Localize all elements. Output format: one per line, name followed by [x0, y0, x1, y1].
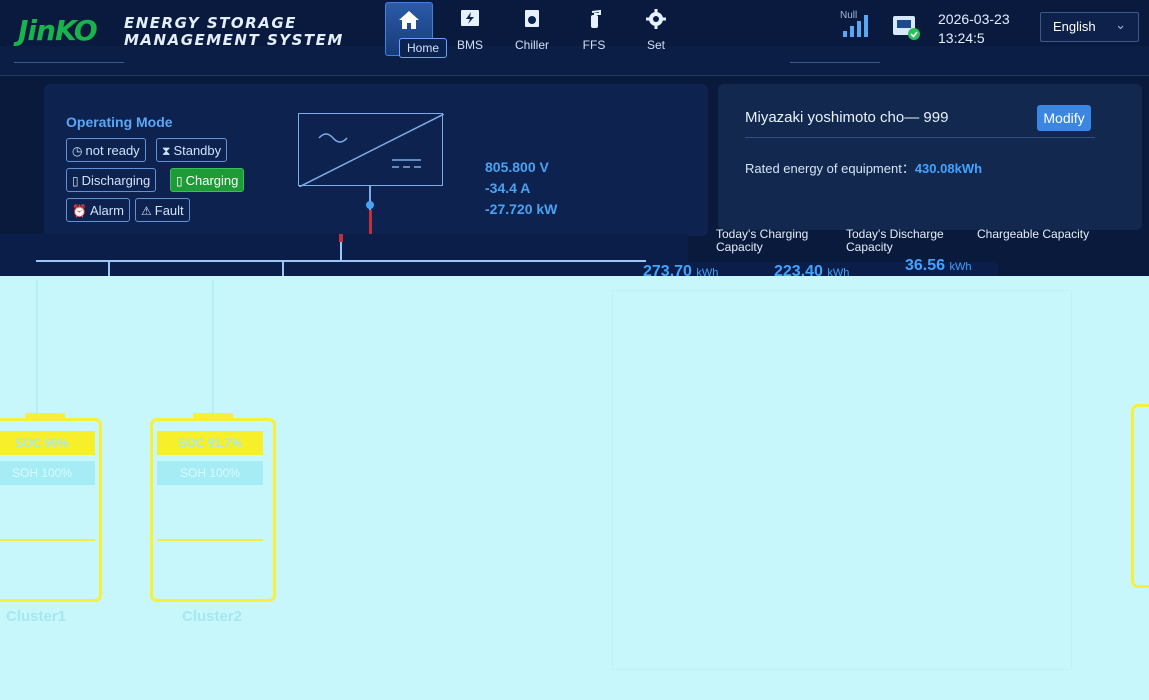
stats-panel-ghost [612, 290, 1072, 670]
app-title: ENERGY STORAGE MANAGEMENT SYSTEM [124, 15, 344, 49]
mode-alarm-label: Alarm [89, 203, 124, 218]
signal-strength-icon [843, 15, 868, 37]
cluster2-label: Cluster2 [182, 608, 243, 625]
mode-charging[interactable]: ▯ Charging [170, 168, 245, 192]
mode-not-ready-label: not ready [85, 143, 140, 158]
bms-icon [461, 10, 479, 26]
today-charge-label: Today's Charging Capacity [716, 227, 809, 254]
nav-set-label: Set [646, 38, 665, 52]
power-value: -27.720 kW [485, 201, 558, 217]
inverter-readings: 805.800 V -34.4 A -27.720 kW [485, 157, 557, 220]
battery-cap [193, 413, 233, 419]
rated-energy: Rated energy of equipment：430.08kWh [745, 158, 982, 177]
station-name: Miyazaki yoshimoto cho— 999 [745, 109, 949, 126]
cluster2-branch [212, 280, 214, 420]
modify-button[interactable]: Modify [1037, 105, 1091, 131]
inverter-symbol [298, 113, 445, 188]
nav-chiller-label: Chiller [514, 38, 549, 52]
bus-flow-marker [339, 234, 343, 242]
datetime: 2026-03-23 13:24:5 [938, 10, 1010, 48]
chargeable-capacity-number: 36.56 [905, 257, 946, 274]
chiller-icon [525, 10, 539, 27]
nav-bms-label: BMS [456, 38, 483, 52]
nav-ffs[interactable]: FFS [570, 2, 618, 56]
network-status-icon[interactable] [892, 14, 922, 42]
fire-extinguisher-icon [591, 9, 601, 28]
jinko-logo: JinKO [18, 14, 98, 47]
mode-discharging[interactable]: ▯ Discharging [66, 168, 157, 192]
chargeable-capacity-label: Chargeable Capacity [977, 227, 1090, 241]
cluster-divider [0, 539, 95, 541]
time-text: 13:24:5 [938, 30, 985, 46]
nav-ffs-label: FFS [582, 38, 606, 52]
language-value: English [1053, 19, 1096, 34]
nav-chiller[interactable]: Chiller [508, 2, 556, 56]
current-value: -34.4 A [485, 180, 531, 196]
cluster1-branch [36, 280, 38, 420]
cluster-card-2[interactable]: SOC 91.7% SOH 100% [150, 413, 276, 602]
rated-energy-value: 430.08kWh [914, 161, 983, 176]
dc-bus-line [36, 260, 646, 262]
battery-discharge-icon: ▯ [72, 174, 79, 188]
battery-cap [25, 413, 65, 419]
branch-line-2 [282, 262, 284, 276]
cluster1-label: Cluster1 [6, 608, 67, 625]
hourglass-icon: ⧗ [162, 144, 171, 158]
chevron-down-icon: ⌄ [1115, 17, 1126, 32]
cluster-divider [157, 539, 263, 541]
cluster1-soc: SOC 90% [0, 431, 95, 455]
mode-standby[interactable]: ⧗ Standby [156, 138, 228, 162]
gear-icon [646, 9, 666, 29]
mode-standby-label: Standby [173, 143, 222, 158]
app-title-line2: MANAGEMENT SYSTEM [124, 31, 344, 49]
operating-mode-title: Operating Mode [66, 114, 173, 130]
station-divider [745, 137, 1095, 138]
cluster2-soh: SOH 100% [157, 461, 263, 485]
mode-discharging-label: Discharging [81, 173, 151, 188]
chargeable-capacity-value: 36.56 kWh [905, 257, 972, 275]
home-icon [399, 11, 419, 29]
warning-icon: ⚠ [141, 204, 152, 218]
flow-segment [369, 210, 372, 234]
cluster-card-1[interactable]: SOC 90% SOH 100% [0, 413, 102, 602]
flow-dot [366, 201, 374, 209]
nav-bms[interactable]: BMS [446, 2, 494, 56]
cluster2-soc: SOC 91.7% [157, 431, 263, 455]
battery-charge-icon: ▯ [176, 174, 183, 188]
rated-energy-label: Rated energy of equipment： [745, 161, 915, 176]
nav-set[interactable]: Set [632, 2, 680, 56]
bus-strip [0, 234, 688, 276]
language-select[interactable]: English ⌄ [1040, 12, 1139, 42]
cluster1-soh: SOH 100% [0, 461, 95, 485]
branch-line-1 [108, 262, 110, 276]
mode-alarm[interactable]: ⏰ Alarm [66, 198, 130, 222]
mode-fault-label: Fault [154, 203, 184, 218]
inverter-diagram [298, 113, 445, 188]
mode-fault[interactable]: ⚠ Fault [135, 198, 190, 222]
mode-not-ready[interactable]: ◷ not ready [66, 138, 146, 162]
today-discharge-label: Today's Discharge Capacity [846, 227, 944, 254]
voltage-value: 805.800 V [485, 159, 549, 175]
chargeable-capacity-unit: kWh [949, 261, 972, 273]
alarm-icon: ⏰ [72, 204, 87, 218]
date-text: 2026-03-23 [938, 11, 1010, 27]
clock-icon: ◷ [72, 144, 83, 158]
mode-charging-label: Charging [185, 173, 239, 188]
cluster-card-edge[interactable] [1131, 404, 1149, 588]
app-title-line1: ENERGY STORAGE [124, 14, 297, 32]
